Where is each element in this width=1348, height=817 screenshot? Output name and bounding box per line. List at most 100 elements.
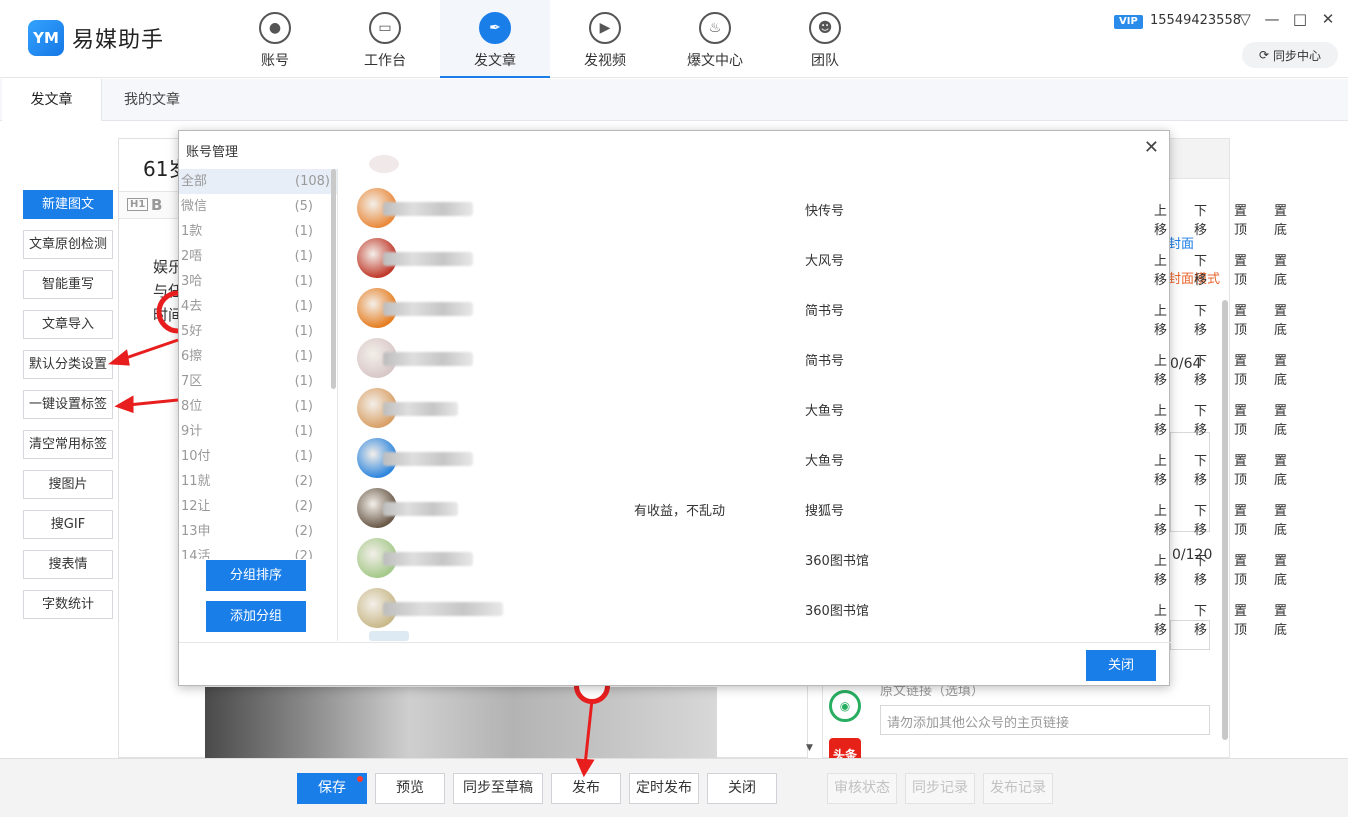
group-item[interactable]: 1款 (1): [179, 219, 337, 244]
nav-viral-center[interactable]: ♨ 爆文中心: [660, 0, 770, 78]
group-item[interactable]: 4去 (1): [179, 294, 337, 319]
group-item[interactable]: 14活 (2): [179, 544, 337, 559]
group-item[interactable]: 8位 (1): [179, 394, 337, 419]
account-row[interactable]: 大鱼号 上移 下移 置顶 置底: [357, 379, 1287, 438]
account-row[interactable]: 大鱼号 上移 下移 置顶 置底: [357, 429, 1287, 488]
pin-top-button[interactable]: 置顶: [1234, 450, 1247, 488]
add-group-button[interactable]: 添加分组: [206, 601, 306, 632]
group-item[interactable]: 3哈 (1): [179, 269, 337, 294]
pin-top-button[interactable]: 置顶: [1234, 200, 1247, 238]
user-phone[interactable]: 15549423558: [1150, 13, 1241, 28]
account-row[interactable]: 有收益，不乱动 搜狐号 上移 下移 置顶 置底: [357, 479, 1287, 538]
group-item[interactable]: 5好 (1): [179, 319, 337, 344]
account-row[interactable]: 快传号 上移 下移 置顶 置底: [357, 179, 1287, 238]
pin-top-button[interactable]: 置顶: [1234, 300, 1247, 338]
set-tags-button[interactable]: 一键设置标签: [23, 390, 113, 419]
move-down-button[interactable]: 下移: [1194, 250, 1207, 288]
move-down-button[interactable]: 下移: [1194, 500, 1207, 538]
scroll-down-icon[interactable]: ▼: [806, 743, 813, 753]
move-down-button[interactable]: 下移: [1194, 200, 1207, 238]
publish-button[interactable]: 发布: [551, 773, 621, 804]
pin-bottom-button[interactable]: 置底: [1274, 350, 1287, 388]
pin-top-button[interactable]: 置顶: [1234, 500, 1247, 538]
sync-draft-button[interactable]: 同步至草稿: [453, 773, 543, 804]
pin-bottom-button[interactable]: 置底: [1274, 550, 1287, 588]
pin-top-button[interactable]: 置顶: [1234, 400, 1247, 438]
group-item[interactable]: 7区 (1): [179, 369, 337, 394]
dropdown-icon[interactable]: ▽: [1235, 10, 1255, 28]
maximize-icon[interactable]: □: [1290, 10, 1310, 28]
close-window-icon[interactable]: ✕: [1318, 10, 1338, 28]
preview-button[interactable]: 预览: [375, 773, 445, 804]
nav-workbench[interactable]: ▭ 工作台: [330, 0, 440, 78]
move-up-button[interactable]: 上移: [1154, 600, 1167, 638]
minimize-icon[interactable]: —: [1262, 10, 1282, 28]
pin-bottom-button[interactable]: 置底: [1274, 500, 1287, 538]
group-item[interactable]: 10付 (1): [179, 444, 337, 469]
smart-rewrite-button[interactable]: 智能重写: [23, 270, 113, 299]
homepage-link-input[interactable]: 请勿添加其他公众号的主页链接: [880, 705, 1210, 735]
nav-team[interactable]: ☻ 团队: [770, 0, 880, 78]
account-row[interactable]: 简书号 上移 下移 置顶 置底: [357, 279, 1287, 338]
sync-center-button[interactable]: ⟳ 同步中心: [1242, 42, 1338, 68]
account-row[interactable]: 360图书馆 上移 下移 置顶 置底: [357, 579, 1287, 638]
word-count-button[interactable]: 字数统计: [23, 590, 113, 619]
sync-log-button[interactable]: 同步记录: [905, 773, 975, 804]
pin-top-button[interactable]: 置顶: [1234, 600, 1247, 638]
scheduled-publish-button[interactable]: 定时发布: [629, 773, 699, 804]
pin-bottom-button[interactable]: 置底: [1274, 400, 1287, 438]
new-article-button[interactable]: 新建图文: [23, 190, 113, 219]
cover-link[interactable]: 封面: [1168, 233, 1194, 252]
tab-my-articles[interactable]: 我的文章: [124, 79, 180, 121]
nav-publish-article[interactable]: ✒ 发文章: [440, 0, 550, 78]
move-down-button[interactable]: 下移: [1194, 450, 1207, 488]
group-item[interactable]: 9计 (1): [179, 419, 337, 444]
publish-log-button[interactable]: 发布记录: [983, 773, 1053, 804]
nav-publish-video[interactable]: ▶ 发视频: [550, 0, 660, 78]
group-list-scrollbar[interactable]: [331, 169, 336, 389]
close-icon[interactable]: ✕: [1144, 137, 1159, 158]
group-item[interactable]: 12让 (2): [179, 494, 337, 519]
import-article-button[interactable]: 文章导入: [23, 310, 113, 339]
group-item[interactable]: 13申 (2): [179, 519, 337, 544]
save-button[interactable]: 保存: [297, 773, 367, 804]
review-status-button[interactable]: 审核状态: [827, 773, 897, 804]
heading-icon[interactable]: H1: [127, 198, 149, 211]
account-row[interactable]: 简书号 上移 下移 置顶 置底: [357, 329, 1287, 388]
bold-icon[interactable]: B: [151, 196, 162, 214]
settings-scrollbar[interactable]: [1222, 300, 1228, 740]
pin-bottom-button[interactable]: 置底: [1274, 250, 1287, 288]
pin-bottom-button[interactable]: 置底: [1274, 450, 1287, 488]
move-down-button[interactable]: 下移: [1194, 550, 1207, 588]
group-item[interactable]: 全部 (108): [179, 169, 337, 194]
move-down-button[interactable]: 下移: [1194, 350, 1207, 388]
default-category-button[interactable]: 默认分类设置: [23, 350, 113, 379]
pin-bottom-button[interactable]: 置底: [1274, 600, 1287, 638]
pin-top-button[interactable]: 置顶: [1234, 250, 1247, 288]
pin-top-button[interactable]: 置顶: [1234, 550, 1247, 588]
group-item[interactable]: 11就 (2): [179, 469, 337, 494]
move-down-button[interactable]: 下移: [1194, 400, 1207, 438]
group-item[interactable]: 微信 (5): [179, 194, 337, 219]
close-button[interactable]: 关闭: [707, 773, 777, 804]
move-down-button[interactable]: 下移: [1194, 600, 1207, 638]
search-images-button[interactable]: 搜图片: [23, 470, 113, 499]
account-row[interactable]: 大风号 上移 下移 置顶 置底: [357, 229, 1287, 288]
pin-top-button[interactable]: 置顶: [1234, 350, 1247, 388]
move-down-button[interactable]: 下移: [1194, 300, 1207, 338]
clear-tags-button[interactable]: 清空常用标签: [23, 430, 113, 459]
pin-bottom-button[interactable]: 置底: [1274, 300, 1287, 338]
dialog-close-button[interactable]: 关闭: [1086, 650, 1156, 681]
nav-account[interactable]: ● 账号: [220, 0, 330, 78]
group-item[interactable]: 2唔 (1): [179, 244, 337, 269]
search-gif-button[interactable]: 搜GIF: [23, 510, 113, 539]
platform-360-icon[interactable]: ◉: [829, 690, 861, 722]
search-emoji-button[interactable]: 搜表情: [23, 550, 113, 579]
group-item[interactable]: 6擦 (1): [179, 344, 337, 369]
originality-check-button[interactable]: 文章原创检测: [23, 230, 113, 259]
sort-groups-button[interactable]: 分组排序: [206, 560, 306, 591]
tab-publish-article[interactable]: 发文章: [2, 79, 102, 121]
pin-bottom-button[interactable]: 置底: [1274, 200, 1287, 238]
account-row[interactable]: 360图书馆 上移 下移 置顶 置底: [357, 529, 1287, 588]
group-count: (2): [294, 499, 313, 514]
